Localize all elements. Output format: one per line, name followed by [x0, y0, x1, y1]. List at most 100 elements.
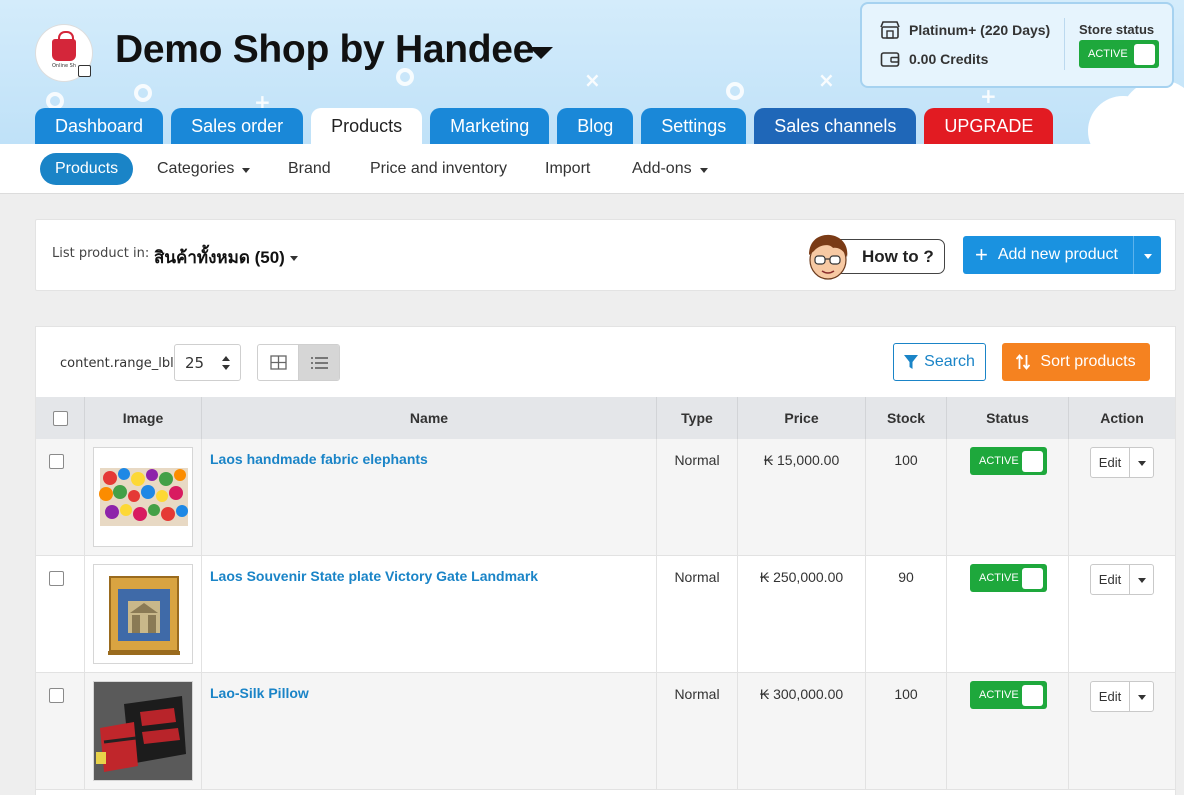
- subnav-brand[interactable]: Brand: [288, 153, 331, 185]
- decor-cloud: [1120, 80, 1184, 144]
- product-price: ₭ 15,000.00: [763, 452, 840, 468]
- edit-button[interactable]: Edit: [1091, 565, 1129, 594]
- shop-logo[interactable]: Online Sh: [36, 25, 92, 81]
- mascot-face-icon: [809, 234, 848, 280]
- edit-dropdown[interactable]: [1129, 448, 1153, 477]
- product-status-toggle[interactable]: ACTIVE: [970, 681, 1047, 709]
- subnav-label: Brand: [288, 160, 331, 177]
- tab-dashboard[interactable]: Dashboard: [35, 108, 164, 144]
- caret-down-icon: [1137, 461, 1146, 466]
- search-label: Search: [924, 353, 975, 370]
- status-cell: ACTIVE: [947, 439, 1069, 556]
- product-stock: 100: [894, 452, 918, 468]
- wallet-icon: [880, 50, 900, 68]
- shop-title[interactable]: Demo Shop by Handee: [115, 28, 534, 72]
- edit-dropdown[interactable]: [1129, 682, 1153, 711]
- plan-row: Platinum+ (220 Days): [880, 21, 1050, 39]
- product-thumbnail[interactable]: [93, 564, 193, 664]
- type-cell: Normal: [657, 673, 738, 790]
- subnav-products[interactable]: Products: [40, 153, 134, 185]
- row-select-cell: [36, 673, 85, 790]
- sub-nav: Products Categories Brand Price and inve…: [0, 144, 1184, 194]
- subnav-label: Categories: [157, 160, 235, 177]
- product-type: Normal: [674, 452, 720, 468]
- tab-settings[interactable]: Settings: [641, 108, 747, 144]
- toggle-knob: [1022, 684, 1043, 706]
- grid-view-button[interactable]: [258, 345, 298, 380]
- sort-icon: [1016, 354, 1031, 370]
- image-cell: [85, 439, 202, 556]
- tab-marketing[interactable]: Marketing: [430, 108, 550, 144]
- product-name-link[interactable]: Laos handmade fabric elephants: [210, 451, 428, 467]
- product-status-toggle[interactable]: ACTIVE: [970, 447, 1047, 475]
- list-view-icon: [310, 356, 328, 369]
- product-price: ₭ 300,000.00: [759, 686, 844, 702]
- price-cell: ₭ 15,000.00: [738, 439, 866, 556]
- tab-sales-channels[interactable]: Sales channels: [754, 108, 917, 144]
- subnav-label: Add-ons: [632, 160, 692, 177]
- list-panel: List product in: สินค้าทั้งหมด (50) How …: [35, 219, 1176, 291]
- subnav-import[interactable]: Import: [545, 153, 590, 185]
- store-status-toggle[interactable]: ACTIVE: [1079, 40, 1159, 68]
- edit-dropdown[interactable]: [1129, 565, 1153, 594]
- edit-button-group: Edit: [1090, 681, 1154, 712]
- table-row: Lao-Silk Pillow Normal ₭ 300,000.00 100 …: [36, 673, 1175, 790]
- sort-label: Sort products: [1040, 353, 1136, 370]
- subnav-add-ons[interactable]: Add-ons: [632, 153, 708, 185]
- how-to-button[interactable]: How to ?: [803, 234, 945, 280]
- how-to-label: How to ?: [862, 246, 934, 266]
- select-all-cell: [36, 397, 85, 439]
- product-name-link[interactable]: Lao-Silk Pillow: [210, 685, 309, 701]
- toggle-label: ACTIVE: [979, 455, 1019, 467]
- toggle-label: ACTIVE: [979, 572, 1019, 584]
- edit-button[interactable]: Edit: [1091, 682, 1129, 711]
- tab-products[interactable]: Products: [311, 108, 423, 144]
- subnav-price-inventory[interactable]: Price and inventory: [370, 153, 507, 185]
- product-name-link[interactable]: Laos Souvenir State plate Victory Gate L…: [210, 568, 538, 584]
- caret-down-icon: [289, 256, 298, 261]
- row-checkbox[interactable]: [49, 571, 64, 586]
- list-view-button[interactable]: [298, 345, 339, 380]
- add-product-dropdown[interactable]: [1133, 236, 1161, 274]
- type-cell: Normal: [657, 556, 738, 673]
- decor-cross: ×: [584, 68, 601, 92]
- add-new-product-button[interactable]: + Add new product: [963, 236, 1161, 274]
- plan-credits: 0.00 Credits: [909, 51, 989, 67]
- main-nav: Dashboard Sales order Products Marketing…: [35, 108, 1054, 144]
- search-button[interactable]: Search: [893, 343, 986, 381]
- add-product-main[interactable]: + Add new product: [963, 236, 1133, 274]
- tab-sales-order[interactable]: Sales order: [171, 108, 304, 144]
- product-thumbnail[interactable]: [93, 681, 193, 781]
- toggle-label: ACTIVE: [1088, 48, 1128, 60]
- add-product-label: Add new product: [997, 246, 1118, 263]
- souvenir-plate-image: [94, 565, 192, 663]
- row-checkbox[interactable]: [49, 454, 64, 469]
- per-page-select[interactable]: 25: [174, 344, 241, 381]
- tab-blog[interactable]: Blog: [557, 108, 634, 144]
- product-status-toggle[interactable]: ACTIVE: [970, 564, 1047, 592]
- toggle-knob: [1134, 43, 1155, 65]
- product-stock: 100: [894, 686, 918, 702]
- tab-upgrade[interactable]: UPGRADE: [924, 108, 1054, 144]
- divider: [1064, 18, 1065, 70]
- select-all-checkbox[interactable]: [52, 410, 68, 426]
- row-checkbox[interactable]: [49, 688, 64, 703]
- store-icon: [880, 21, 900, 39]
- edit-button[interactable]: Edit: [1091, 448, 1129, 477]
- sort-products-button[interactable]: Sort products: [1002, 343, 1150, 381]
- caret-down-icon[interactable]: [529, 47, 553, 59]
- spinner-icon: [222, 356, 230, 370]
- table-row: Laos Souvenir State plate Victory Gate L…: [36, 556, 1175, 673]
- name-cell: Laos handmade fabric elephants: [202, 439, 657, 556]
- header: × × + + Online Sh Demo Shop by Handee Pl…: [0, 0, 1184, 144]
- product-thumbnail[interactable]: [93, 447, 193, 547]
- logo-text: Online Sh: [51, 63, 77, 69]
- decor-cross: +: [980, 84, 997, 108]
- store-status-panel: Platinum+ (220 Days) 0.00 Credits Store …: [860, 2, 1174, 88]
- subnav-label: Price and inventory: [370, 160, 507, 177]
- col-image: Image: [85, 397, 202, 439]
- stock-cell: 90: [866, 556, 947, 673]
- list-selector[interactable]: สินค้าทั้งหมด (50): [154, 244, 298, 271]
- decor-circle: [726, 82, 744, 100]
- subnav-categories[interactable]: Categories: [157, 153, 251, 185]
